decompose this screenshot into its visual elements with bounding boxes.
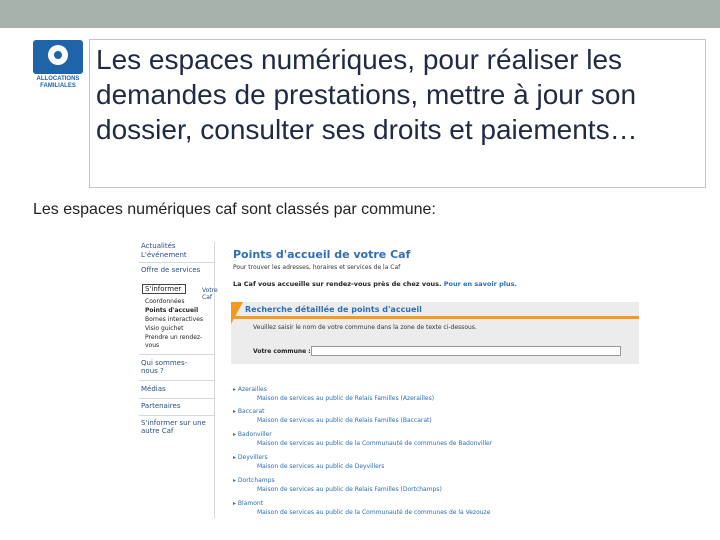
- caf-logo: ALLOCATIONS FAMILIALES: [33, 40, 83, 94]
- nav-divider: [139, 415, 215, 416]
- family-logo-icon: [33, 40, 83, 74]
- nav-select[interactable]: S'informer: [142, 284, 186, 294]
- result-description[interactable]: Maison de services au public de Deyville…: [257, 463, 384, 470]
- result-item[interactable]: Blamont Maison de services au public de …: [231, 500, 639, 518]
- search-instruction: Veuillez saisir le nom de votre commune …: [253, 324, 477, 331]
- orange-corner-decoration: [231, 302, 243, 324]
- commune-label: Votre commune :: [253, 348, 311, 355]
- result-commune[interactable]: Blamont: [233, 500, 263, 507]
- result-description[interactable]: Maison de services au public de Relais F…: [257, 417, 432, 424]
- nav-item-qui-sommes-nous[interactable]: Qui sommes-nous ?: [141, 359, 201, 375]
- slide-title: Les espaces numériques, pour réaliser le…: [96, 44, 638, 145]
- rdv-text: La Caf vous accueille sur rendez-vous pr…: [233, 280, 517, 288]
- orange-divider: [231, 316, 639, 319]
- result-item[interactable]: Badonviller Maison de services au public…: [231, 431, 639, 455]
- nav-sub-visio[interactable]: Visio guichet: [145, 325, 183, 333]
- nav-divider: [139, 354, 215, 355]
- result-commune[interactable]: Baccarat: [233, 408, 265, 415]
- result-description[interactable]: Maison de services au public de la Commu…: [257, 440, 492, 447]
- nav-item-partenaires[interactable]: Partenaires: [141, 402, 180, 410]
- nav-divider: [139, 262, 215, 263]
- result-commune[interactable]: Azerailles: [233, 386, 267, 393]
- rdv-more-link[interactable]: Pour en savoir plus.: [444, 280, 517, 288]
- nav-item-medias[interactable]: Médias: [141, 385, 166, 393]
- page-title: Points d'accueil de votre Caf: [233, 248, 411, 261]
- result-description[interactable]: Maison de services au public de la Commu…: [257, 509, 490, 516]
- search-panel-title: Recherche détaillée de points d'accueil: [245, 305, 422, 314]
- intro-text: Pour trouver les adresses, horaires et s…: [233, 264, 401, 271]
- result-description[interactable]: Maison de services au public de Relais F…: [257, 395, 434, 402]
- top-bar: [0, 0, 720, 28]
- nav-sub-points-accueil[interactable]: Points d'accueil: [145, 307, 198, 315]
- search-panel: Recherche détaillée de points d'accueil …: [231, 302, 639, 364]
- nav-sub-bornes[interactable]: Bornes interactives: [145, 316, 203, 324]
- title-box: Les espaces numériques, pour réaliser le…: [89, 39, 706, 188]
- result-item[interactable]: Baccarat Maison de services au public de…: [231, 408, 639, 432]
- nav-item-evenement[interactable]: L'événement: [141, 251, 187, 259]
- side-navigation: Actualités L'événement Offre de services…: [139, 242, 218, 518]
- nav-item-actualites[interactable]: Actualités: [141, 242, 176, 250]
- result-item[interactable]: Dortchamps Maison de services au public …: [231, 477, 639, 501]
- result-item[interactable]: Deyvillers Maison de services au public …: [231, 454, 639, 478]
- nav-sub-rdv[interactable]: Prendre un rendez-vous: [145, 334, 211, 350]
- nav-sub-coordonnees[interactable]: Coordonnées: [145, 298, 185, 306]
- nav-item-offre[interactable]: Offre de services: [141, 266, 200, 274]
- nav-item-autre-caf[interactable]: S'informer sur une autre Caf: [141, 419, 207, 435]
- nav-item-votre-caf[interactable]: Votre Caf: [202, 287, 218, 301]
- result-commune[interactable]: Deyvillers: [233, 454, 268, 461]
- commune-input[interactable]: [311, 346, 621, 356]
- result-item[interactable]: Azerailles Maison de services au public …: [231, 386, 639, 410]
- result-commune[interactable]: Dortchamps: [233, 477, 275, 484]
- result-description[interactable]: Maison de services au public de Relais F…: [257, 486, 442, 493]
- result-commune[interactable]: Badonviller: [233, 431, 272, 438]
- logo-text: ALLOCATIONS FAMILIALES: [36, 76, 80, 89]
- caf-website-screenshot: Actualités L'événement Offre de services…: [139, 242, 639, 518]
- main-content: Points d'accueil de votre Caf Pour trouv…: [231, 242, 639, 518]
- rdv-label: La Caf vous accueille sur rendez-vous pr…: [233, 280, 442, 288]
- nav-divider: [139, 398, 215, 399]
- slide-subtitle: Les espaces numériques caf sont classés …: [33, 201, 436, 218]
- nav-divider: [139, 380, 215, 381]
